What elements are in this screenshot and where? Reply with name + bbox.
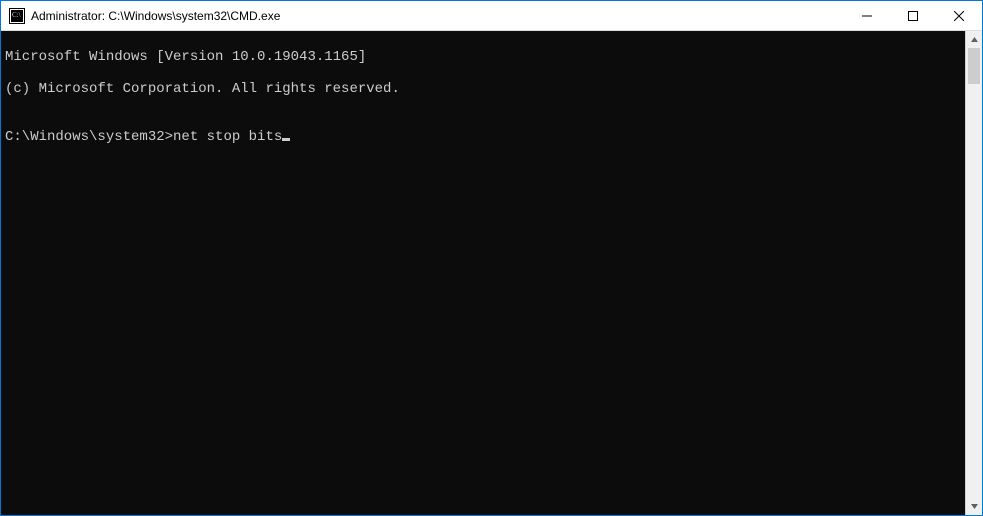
scroll-down-button[interactable] bbox=[966, 498, 982, 515]
close-button[interactable] bbox=[936, 1, 982, 30]
typed-command: net stop bits bbox=[173, 129, 282, 145]
copyright-line: (c) Microsoft Corporation. All rights re… bbox=[5, 81, 965, 97]
vertical-scrollbar[interactable] bbox=[965, 31, 982, 515]
version-line: Microsoft Windows [Version 10.0.19043.11… bbox=[5, 49, 965, 65]
titlebar[interactable]: C:\ Administrator: C:\Windows\system32\C… bbox=[1, 1, 982, 31]
prompt: C:\Windows\system32> bbox=[5, 129, 173, 145]
maximize-button[interactable] bbox=[890, 1, 936, 30]
svg-text:C:\: C:\ bbox=[12, 11, 21, 19]
client-area: Microsoft Windows [Version 10.0.19043.11… bbox=[1, 31, 982, 515]
window-title: Administrator: C:\Windows\system32\CMD.e… bbox=[31, 9, 844, 23]
scroll-thumb[interactable] bbox=[968, 48, 980, 84]
minimize-button[interactable] bbox=[844, 1, 890, 30]
scroll-track[interactable] bbox=[966, 48, 982, 498]
cmd-window: C:\ Administrator: C:\Windows\system32\C… bbox=[0, 0, 983, 516]
scroll-up-button[interactable] bbox=[966, 31, 982, 48]
text-cursor bbox=[282, 138, 290, 141]
window-controls bbox=[844, 1, 982, 30]
cmd-icon: C:\ bbox=[9, 8, 25, 24]
terminal-output[interactable]: Microsoft Windows [Version 10.0.19043.11… bbox=[1, 31, 965, 515]
